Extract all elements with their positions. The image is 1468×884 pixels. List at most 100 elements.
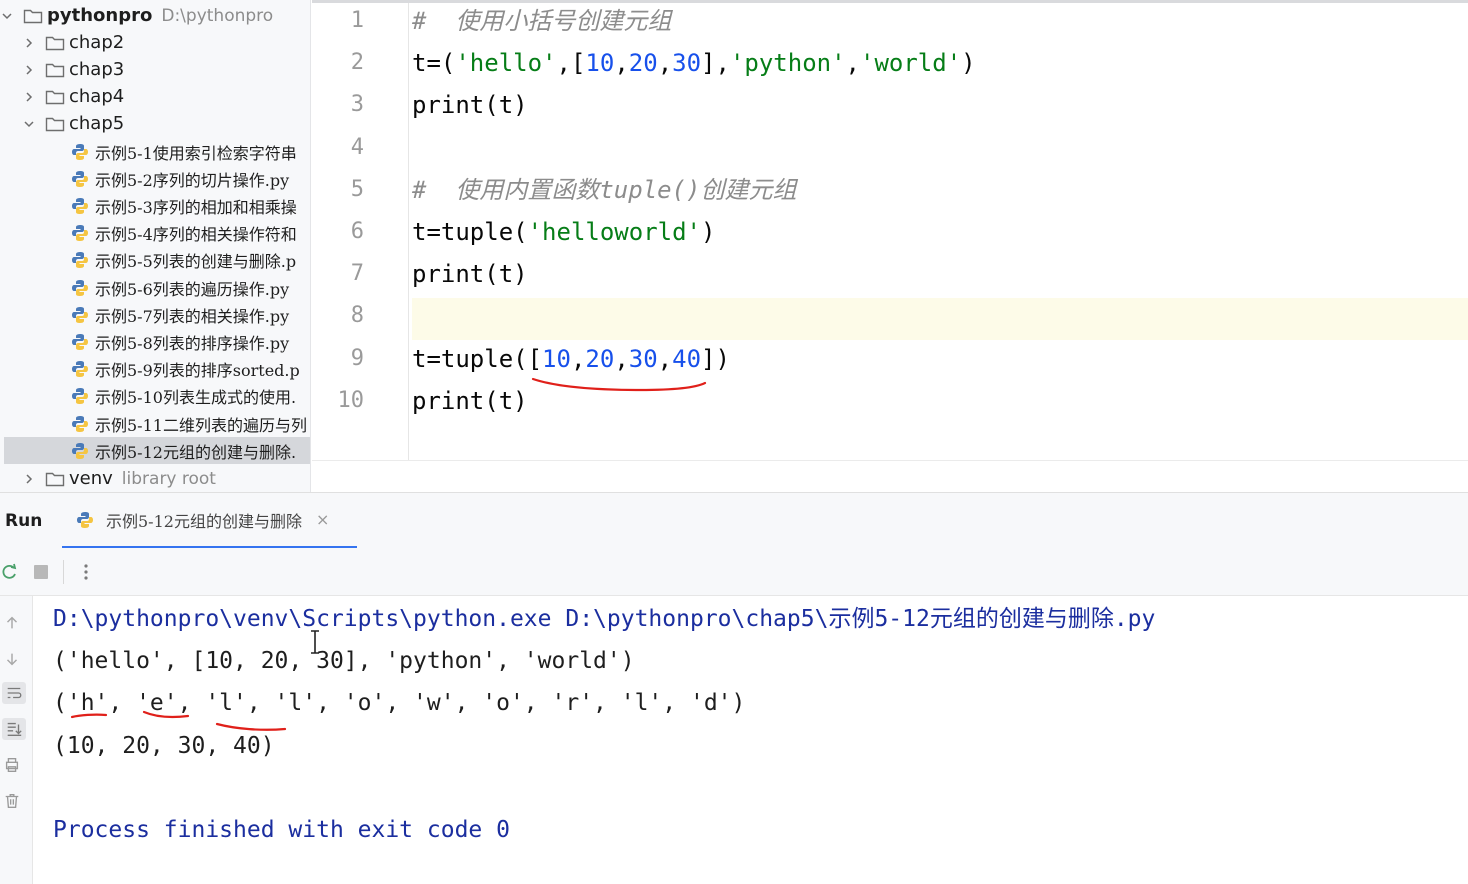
- console-output[interactable]: D:\pythonpro\venv\Scripts\python.exe D:\…: [34, 596, 1468, 884]
- code-token: 30: [672, 49, 702, 78]
- tree-file-label: 示例5-12元组的创建与删除.: [95, 442, 297, 462]
- folder-icon: [45, 116, 65, 132]
- stop-icon[interactable]: [31, 562, 51, 582]
- code-token: ,[: [556, 49, 586, 78]
- code-line[interactable]: t=tuple('helloworld'): [412, 214, 1468, 256]
- code-token: 10: [585, 49, 615, 78]
- close-icon[interactable]: ×: [316, 510, 329, 529]
- code-token: 'helloworld': [527, 218, 701, 246]
- code-token: print(t): [412, 91, 528, 120]
- tree-file-item[interactable]: 示例5-1使用索引检索字符串: [0, 138, 310, 165]
- code-token: 30: [628, 344, 658, 373]
- code-line[interactable]: t=('hello',[10,20,30],'python','world'): [412, 45, 1468, 87]
- chevron-right-icon[interactable]: [22, 36, 36, 50]
- toolbar-divider: [63, 560, 64, 584]
- run-config-tab[interactable]: 示例5-12元组的创建与删除 ×: [62, 493, 357, 549]
- tree-file-label: 示例5-10列表生成式的使用.: [95, 388, 297, 408]
- code-token: t=(: [412, 49, 456, 78]
- tree-root-path: D:\pythonpro: [161, 5, 274, 26]
- line-number: 3: [350, 92, 364, 118]
- tree-file-item[interactable]: 示例5-9列表的排序sorted.p: [0, 356, 310, 383]
- line-number: 1: [350, 8, 364, 33]
- tree-folder-chap4[interactable]: chap4: [0, 83, 310, 110]
- console-line: D:\pythonpro\venv\Scripts\python.exe D:\…: [53, 606, 1156, 632]
- tree-file-item[interactable]: 示例5-5列表的创建与删除.p: [0, 247, 310, 274]
- chevron-down-icon[interactable]: [0, 9, 14, 23]
- code-token: 10: [542, 344, 571, 373]
- code-line[interactable]: t=tuple([10,20,30,40]): [412, 341, 1468, 383]
- line-number: 10: [337, 387, 365, 413]
- tree-file-label: 示例5-7列表的相关操作.py: [95, 306, 290, 326]
- tree-root-pythonpro[interactable]: pythonpro D:\pythonpro: [0, 2, 310, 29]
- tree-file-item[interactable]: 示例5-12元组的创建与删除.: [4, 437, 310, 465]
- python-file-icon: [71, 170, 89, 188]
- chevron-right-icon[interactable]: [22, 63, 36, 77]
- tree-file-item[interactable]: 示例5-11二维列表的遍历与列: [0, 410, 310, 437]
- tree-folder-venv[interactable]: venv library root: [0, 465, 310, 492]
- code-token: 'world': [860, 49, 962, 78]
- code-token: 20: [585, 344, 615, 373]
- code-token: 'python': [729, 49, 846, 78]
- tree-folder-label: chap5: [69, 113, 125, 134]
- line-number: 5: [350, 176, 364, 202]
- tree-file-label: 示例5-11二维列表的遍历与列: [95, 415, 307, 435]
- tree-folder-chap5[interactable]: chap5: [0, 110, 310, 137]
- tree-folder-chap3[interactable]: chap3: [0, 56, 310, 83]
- code-token: ,: [614, 49, 629, 78]
- python-file-icon: [71, 333, 89, 351]
- code-line[interactable]: [412, 130, 1468, 172]
- tree-file-label: 示例5-3序列的相加和相乘操: [95, 197, 297, 217]
- python-file-icon: [71, 251, 89, 269]
- code-token: 'hello': [455, 49, 557, 78]
- code-editor[interactable]: 1 2 3 4 5 6 7 8 9 10 # 使用小括号创建元组 t=('hello',[10,20…: [312, 0, 1468, 460]
- folder-icon: [45, 35, 65, 51]
- tree-folder-chap2[interactable]: chap2: [0, 29, 310, 56]
- code-line[interactable]: # 使用小括号创建元组: [412, 3, 1468, 45]
- tree-file-label: 示例5-1使用索引检索字符串: [95, 143, 297, 163]
- code-token: ,: [657, 344, 673, 373]
- more-options-icon[interactable]: [76, 562, 96, 582]
- chevron-down-icon[interactable]: [22, 117, 36, 131]
- tree-folder-label: chap3: [69, 59, 125, 80]
- code-line[interactable]: # 使用内置函数tuple()创建元组: [412, 172, 1468, 214]
- line-number: 6: [350, 219, 364, 244]
- tree-root-label: pythonpro: [47, 5, 153, 26]
- console-side-toolbar: [0, 596, 33, 884]
- arrow-up-icon[interactable]: [2, 612, 22, 634]
- python-file-icon: [71, 387, 89, 405]
- soft-wrap-icon[interactable]: [2, 682, 26, 704]
- chevron-right-icon[interactable]: [22, 472, 36, 486]
- python-file-icon: [71, 306, 89, 324]
- tree-file-item[interactable]: 示例5-8列表的排序操作.py: [0, 328, 310, 355]
- code-line[interactable]: [412, 298, 1468, 341]
- code-line[interactable]: print(t): [412, 87, 1468, 129]
- tree-file-item[interactable]: 示例5-7列表的相关操作.py: [0, 301, 310, 328]
- code-line[interactable]: print(t): [412, 383, 1468, 425]
- tree-venv-hint: library root: [121, 468, 216, 489]
- project-tool-window: pythonpro D:\pythonpro chap2 chap3 chap4 c…: [0, 0, 311, 492]
- print-icon[interactable]: [2, 754, 22, 776]
- code-token: ,: [657, 49, 673, 78]
- tree-file-item[interactable]: 示例5-2序列的切片操作.py: [0, 165, 310, 192]
- python-file-icon: [71, 442, 89, 460]
- tree-file-item[interactable]: 示例5-10列表生成式的使用.: [0, 383, 310, 410]
- chevron-right-icon[interactable]: [22, 90, 36, 104]
- code-token: ,: [614, 344, 629, 373]
- code-line[interactable]: print(t): [412, 256, 1468, 298]
- console-line: ('h', 'e', 'l', 'l', 'o', 'w', 'o', 'r',…: [53, 690, 746, 717]
- tree-file-item[interactable]: 示例5-6列表的遍历操作.py: [0, 274, 310, 301]
- tree-file-item[interactable]: 示例5-3序列的相加和相乘操: [0, 192, 310, 219]
- scroll-to-end-icon[interactable]: [2, 718, 26, 740]
- arrow-down-icon[interactable]: [2, 648, 22, 670]
- line-number: 8: [350, 303, 364, 329]
- console-line: (10, 20, 30, 40): [53, 732, 275, 759]
- tree-file-item[interactable]: 示例5-4序列的相关操作符和: [0, 220, 310, 247]
- code-token: print(t): [412, 260, 528, 289]
- python-file-icon: [71, 279, 89, 297]
- tree-folder-label: chap2: [69, 32, 125, 53]
- trash-icon[interactable]: [2, 790, 22, 812]
- run-title: Run: [5, 511, 43, 531]
- code-token: ]): [701, 344, 730, 373]
- rerun-icon[interactable]: [0, 562, 20, 582]
- run-tab-label: 示例5-12元组的创建与删除: [106, 511, 302, 531]
